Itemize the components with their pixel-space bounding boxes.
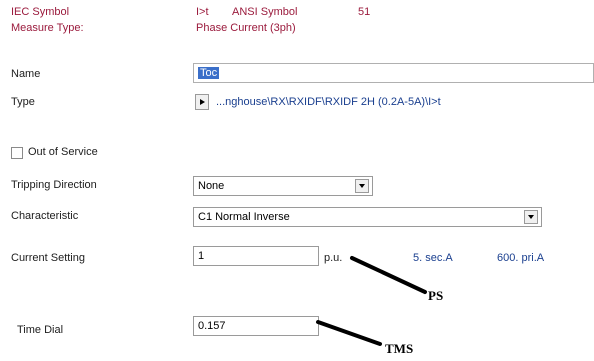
- tms-annotation: TMS: [385, 341, 414, 356]
- annotation-overlay: [316, 256, 427, 346]
- ps-pointer-line: [350, 256, 427, 294]
- ps-annotation: PS: [428, 288, 444, 303]
- tms-pointer-line: [316, 320, 382, 346]
